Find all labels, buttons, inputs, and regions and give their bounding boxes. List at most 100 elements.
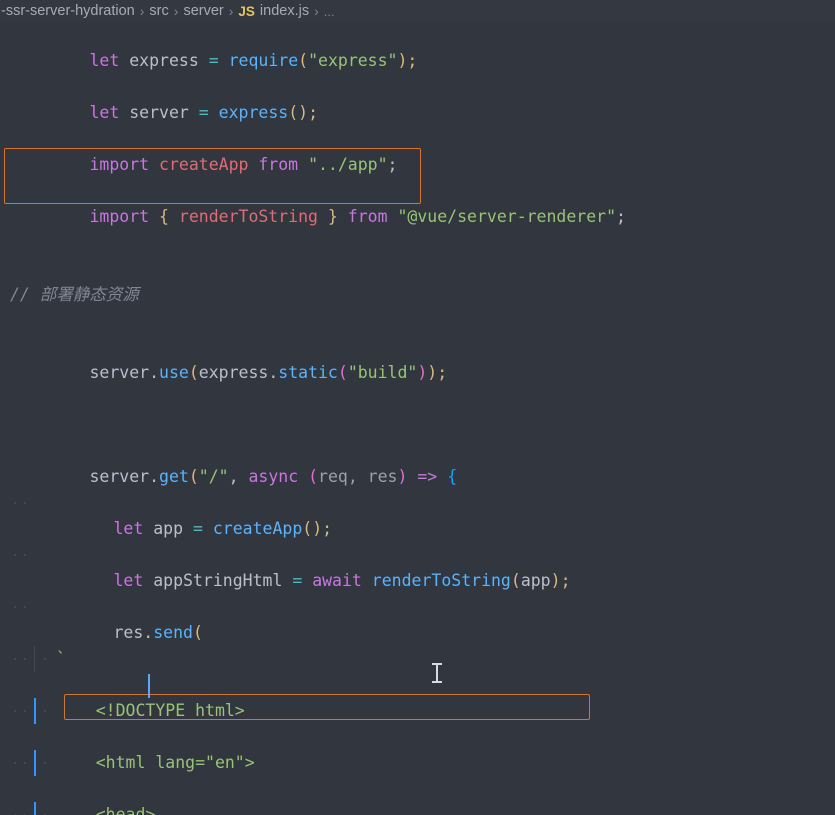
token-paren: ( — [308, 467, 319, 486]
indent-guide-dot — [14, 606, 16, 608]
breadcrumb-separator-icon: › — [173, 3, 179, 19]
token-semicolon: ; — [322, 519, 333, 538]
indent-guide-dot — [44, 658, 46, 660]
token-semicolon: ; — [308, 103, 319, 122]
token-keyword: from — [258, 155, 299, 174]
code-line[interactable]: <!DOCTYPE html> — [0, 698, 835, 724]
token-dot: . — [149, 363, 160, 382]
token-string: "@vue/server-renderer" — [397, 207, 617, 226]
code-line[interactable]: let appStringHtml = await renderToString… — [0, 542, 835, 590]
code-line[interactable]: <html lang="en"> — [0, 750, 835, 776]
token-template-html: <html lang="en"> — [56, 753, 255, 772]
token-paren: ( — [302, 519, 313, 538]
code-line-blank[interactable] — [0, 230, 835, 256]
active-indent-guide — [34, 802, 36, 815]
token-semicolon: ; — [407, 51, 418, 70]
token-paren: ( — [510, 571, 521, 590]
code-line[interactable]: import createApp from "../app"; — [0, 126, 835, 174]
token-template-backtick: ` — [56, 649, 66, 668]
token-identifier: server — [129, 103, 189, 122]
breadcrumb-item-server[interactable]: server — [183, 3, 223, 19]
code-line[interactable]: ` — [0, 646, 835, 672]
token-paren: ( — [337, 363, 348, 382]
token-semicolon: ; — [437, 363, 448, 382]
token-string: "../app" — [308, 155, 388, 174]
token-semicolon: ; — [560, 571, 571, 590]
token-operator: = — [292, 571, 303, 590]
indent-guide — [34, 646, 35, 672]
indent-guide-dot — [14, 658, 16, 660]
token-string: "/" — [198, 467, 229, 486]
token-import-binding: createApp — [159, 155, 249, 174]
indent-guide-dot — [24, 554, 26, 556]
token-method: use — [159, 363, 189, 382]
token-identifier: server — [89, 363, 150, 382]
code-line-blank[interactable] — [0, 386, 835, 412]
code-line[interactable]: import { renderToString } from "@vue/ser… — [0, 178, 835, 226]
token-identifier: server — [89, 467, 150, 486]
text-caret — [148, 674, 150, 698]
breadcrumb-separator-icon: › — [228, 3, 234, 19]
code-line[interactable]: let express = require("express"); — [0, 22, 835, 70]
indent-guide-dot — [14, 762, 16, 764]
js-file-icon: JS — [238, 3, 255, 19]
breadcrumb-separator-icon: › — [314, 3, 319, 19]
code-line[interactable]: // 部署静态资源 — [0, 282, 835, 308]
token-paren: ) — [550, 571, 561, 590]
token-keyword: import — [89, 155, 150, 174]
token-arrow: => — [417, 467, 438, 486]
token-paren: ) — [427, 363, 438, 382]
token-operator: = — [192, 519, 203, 538]
code-line[interactable]: let app = createApp(); — [0, 490, 835, 538]
token-paren: ) — [397, 51, 408, 70]
token-dot: . — [149, 467, 160, 486]
token-identifier: express — [198, 363, 269, 382]
breadcrumb-item-src[interactable]: src — [149, 3, 168, 19]
indent-guide-dot — [14, 710, 16, 712]
token-keyword: from — [347, 207, 388, 226]
breadcrumb[interactable]: -ssr-server-hydration › src › server › J… — [0, 0, 835, 22]
token-identifier: app — [520, 571, 551, 590]
code-line[interactable]: server.use(express.static("build")); — [0, 334, 835, 382]
token-semicolon: ; — [616, 207, 626, 226]
breadcrumb-item-index-js[interactable]: index.js — [260, 3, 309, 19]
token-params: req, res — [318, 467, 398, 486]
code-line[interactable]: server.get("/", async (req, res) => { — [0, 438, 835, 486]
code-line[interactable]: res.send( — [0, 594, 835, 642]
token-dot: . — [143, 623, 154, 642]
breadcrumb-separator-icon: › — [139, 3, 145, 19]
token-function: express — [218, 103, 289, 122]
token-paren: ( — [288, 103, 299, 122]
token-keyword: import — [89, 207, 150, 226]
token-brace: { — [159, 207, 169, 226]
token-function: renderToString — [371, 571, 511, 590]
token-semicolon: ; — [387, 155, 398, 174]
token-method: get — [159, 467, 189, 486]
indent-guide-dot — [24, 762, 26, 764]
token-paren: ( — [188, 467, 199, 486]
breadcrumb-item-overflow[interactable]: ... — [324, 4, 335, 19]
token-paren: ) — [417, 363, 428, 382]
breadcrumb-item-folder-root[interactable]: -ssr-server-hydration — [1, 3, 135, 19]
indent-guide-dot — [24, 502, 26, 504]
token-string: "express" — [308, 51, 398, 70]
token-keyword: let — [113, 571, 144, 590]
code-line[interactable]: <head> — [0, 802, 835, 815]
token-string: "build" — [347, 363, 418, 382]
token-import-binding: renderToString — [178, 207, 318, 226]
token-template-html: <head> — [56, 805, 156, 815]
vscode-editor-window: -ssr-server-hydration › src › server › J… — [0, 0, 835, 815]
token-brace: { — [447, 467, 458, 486]
token-paren: ( — [192, 623, 203, 642]
token-paren: ( — [188, 363, 199, 382]
token-paren: ( — [298, 51, 309, 70]
code-line[interactable]: let server = express(); — [0, 74, 835, 122]
token-paren: ) — [298, 103, 309, 122]
code-editor-surface[interactable]: let express = require("express"); let se… — [0, 22, 835, 815]
token-identifier: express — [129, 51, 199, 70]
token-keyword: let — [89, 51, 120, 70]
active-indent-guide — [34, 750, 36, 776]
indent-guide-dot — [24, 658, 26, 660]
token-brace: } — [327, 207, 338, 226]
token-operator: = — [208, 51, 219, 70]
